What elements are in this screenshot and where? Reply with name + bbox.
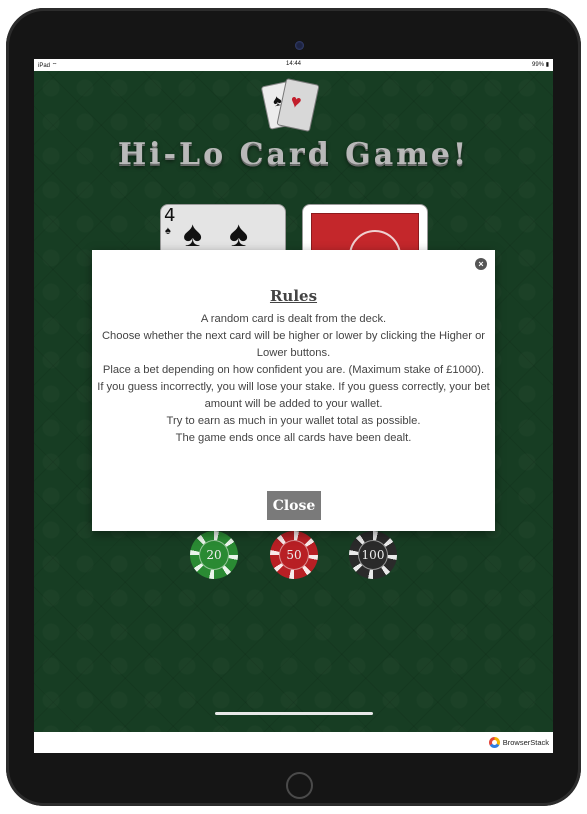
spade-pip-icon: ♠ [229, 213, 249, 254]
close-icon[interactable]: × [475, 258, 487, 270]
rule-line: A random card is dealt from the deck. [200, 313, 387, 325]
chip-20-button[interactable]: 20 [190, 531, 238, 579]
chip-value: 100 [358, 540, 388, 570]
browserstack-label: BrowserStack [502, 738, 549, 747]
game-table: ♠ ♥ Hi-Lo Card Game! 4 ♠ ♠ ♠ 20 50 100 ×… [34, 71, 553, 732]
battery-indicator: 99% ▮ [532, 62, 549, 68]
rules-modal: × Rules A random card is dealt from the … [92, 250, 495, 531]
browserstack-badge: BrowserStack [488, 737, 549, 748]
spade-pip-icon: ♠ [183, 213, 203, 254]
heart-icon: ♥ [288, 90, 304, 113]
rule-line: If you guess incorrectly, you will lose … [97, 381, 490, 410]
chip-value: 20 [199, 540, 229, 570]
card-suit-small: ♠ [165, 225, 171, 237]
card-rank: 4 [164, 205, 176, 226]
rules-text: A random card is dealt from the deck. Ch… [96, 311, 491, 447]
rule-line: The game ends once all cards have been d… [175, 432, 412, 444]
status-time: 14:44 [285, 61, 301, 67]
rule-line: Try to earn as much in your wallet total… [166, 415, 421, 427]
browserstack-logo-icon [488, 737, 500, 748]
chip-100-button[interactable]: 100 [349, 531, 397, 579]
rule-line: Place a bet depending on how confident y… [102, 364, 485, 376]
close-button[interactable]: Close [267, 491, 321, 520]
modal-title: Rules [269, 287, 318, 305]
chip-50-button[interactable]: 50 [270, 531, 318, 579]
camera-icon [295, 41, 304, 50]
browserstack-footer: BrowserStack [34, 732, 553, 753]
screen: iPad ⌔ 14:44 99% ▮ ♠ ♥ Hi-Lo Card Game! … [34, 59, 553, 753]
page-title: Hi-Lo Card Game! [117, 137, 470, 172]
rule-line: Choose whether the next card will be hig… [101, 330, 486, 359]
logo-cards-icon: ♠ ♥ [260, 77, 327, 135]
home-indicator[interactable] [215, 712, 373, 715]
chip-value: 50 [279, 540, 309, 570]
home-button[interactable] [286, 772, 313, 799]
status-bar: iPad ⌔ 14:44 99% ▮ [34, 59, 553, 71]
